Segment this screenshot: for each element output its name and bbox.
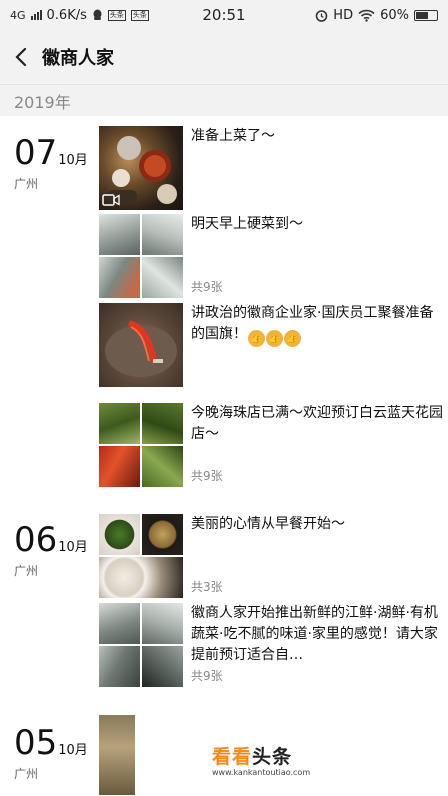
vegetable-photo	[99, 403, 140, 444]
date-month: 10月	[58, 153, 88, 168]
fish-photo	[142, 257, 183, 298]
fish-photo	[99, 257, 140, 298]
post-image-thumbnail[interactable]	[99, 715, 183, 795]
list-item[interactable]: 今晚海珠店已满～欢迎预订白云蓝天花园店～ 共9张	[99, 403, 446, 487]
post-text: 美丽的心情从早餐开始～ 共3张	[191, 514, 446, 598]
post-video-thumbnail[interactable]	[99, 126, 183, 210]
post-image-thumbnail[interactable]	[99, 303, 183, 387]
photo-count: 共9张	[191, 669, 223, 683]
post-image-grid[interactable]	[99, 514, 183, 598]
list-item[interactable]: 准备上菜了～	[99, 126, 446, 210]
photo-count: 共3张	[191, 580, 223, 594]
hd-indicator: HD	[333, 7, 354, 23]
back-button[interactable]	[0, 30, 42, 84]
watermark-logo: 看看头条 www.kankantoutiao.com	[212, 742, 362, 782]
fish-photo	[142, 603, 183, 644]
signal-icon	[30, 10, 42, 20]
vegetable-photo	[142, 403, 183, 444]
list-item[interactable]: 明天早上硬菜到～ 共9张	[99, 214, 446, 298]
watermark-main-b: 头条	[252, 746, 293, 768]
location-label: 广州	[14, 177, 39, 191]
post-image-grid[interactable]	[99, 603, 183, 687]
photo-count: 共9张	[191, 280, 223, 294]
post-text: 今晚海珠店已满～欢迎预订白云蓝天花园店～ 共9张	[191, 403, 446, 487]
list-item[interactable]	[99, 715, 183, 795]
post-caption: 徽商人家开始推出新鲜的江鲜·湖鲜·有机蔬菜·吃不腻的味道·家里的感觉！请大家提前…	[191, 605, 438, 663]
fish-photo	[142, 646, 183, 687]
day-group: 0610月 广州 美丽的心情从早餐开始～ 共3张 徽商人家开始推出新鲜的江鲜·湖…	[0, 502, 448, 711]
post-caption: 今晚海珠店已满～欢迎预订白云蓝天花园店～	[191, 405, 443, 442]
thumbs-up-icon: 👍	[284, 330, 301, 347]
fish-photo	[99, 646, 140, 687]
day-group: 0710月 广州 准备上菜了～ 明天早上硬菜到～ 共9张 讲政治的徽商企业家·国…	[0, 116, 448, 502]
fish-photo	[99, 214, 140, 255]
breakfast-photo	[99, 514, 140, 555]
chevron-left-icon	[15, 48, 27, 66]
post-caption: 明天早上硬菜到～	[191, 216, 303, 232]
watermark-main-a: 看看	[212, 746, 253, 768]
date-block: 0510月 广州	[14, 723, 98, 782]
post-caption: 准备上菜了～	[191, 128, 275, 144]
breakfast-photo	[142, 514, 183, 555]
post-image-grid[interactable]	[99, 214, 183, 298]
location-label: 广州	[14, 564, 39, 578]
date-block: 0610月 广州	[14, 520, 98, 579]
flag-dish-photo	[105, 320, 177, 377]
post-text: 讲政治的徽商企业家·国庆员工聚餐准备的国旗！ 👍 👍 👍	[191, 303, 446, 387]
header-bar: 徽商人家	[0, 30, 448, 84]
date-month: 10月	[58, 743, 88, 758]
clock: 20:51	[202, 6, 246, 24]
status-bar: 4G 0.6K/s 头条 头条 20:51 HD 60%	[0, 0, 448, 30]
list-item[interactable]: 美丽的心情从早餐开始～ 共3张	[99, 514, 446, 598]
post-caption: 讲政治的徽商企业家·国庆员工聚餐准备的国旗！	[191, 305, 434, 342]
watermark-url: www.kankantoutiao.com	[212, 768, 311, 777]
breakfast-photo	[99, 557, 183, 598]
toutiao-badge: 头条	[107, 9, 126, 21]
date-day: 05	[14, 723, 58, 763]
date-day: 06	[14, 520, 58, 560]
post-text: 徽商人家开始推出新鲜的江鲜·湖鲜·有机蔬菜·吃不腻的味道·家里的感觉！请大家提前…	[191, 603, 446, 687]
page-title: 徽商人家	[42, 48, 114, 69]
battery-icon	[414, 9, 438, 21]
thumbs-up-icon: 👍	[266, 330, 283, 347]
date-month: 10月	[58, 540, 88, 555]
photo-count: 共9张	[191, 469, 223, 483]
date-block: 0710月 广州	[14, 133, 98, 192]
post-image-grid[interactable]	[99, 403, 183, 487]
post-text: 准备上菜了～	[191, 126, 446, 210]
alarm-icon	[315, 9, 328, 22]
cucumber-photo	[142, 446, 183, 487]
battery-percent: 60%	[380, 7, 409, 23]
location-label: 广州	[14, 767, 39, 781]
post-text: 明天早上硬菜到～ 共9张	[191, 214, 446, 298]
year-header: 2019年	[0, 84, 448, 116]
toutiao-badge: 头条	[130, 9, 149, 21]
qq-icon	[93, 9, 102, 20]
chili-photo	[99, 446, 140, 487]
thumbs-up-icon: 👍	[248, 330, 265, 347]
wifi-icon	[358, 9, 375, 22]
list-item[interactable]: 徽商人家开始推出新鲜的江鲜·湖鲜·有机蔬菜·吃不腻的味道·家里的感觉！请大家提前…	[99, 603, 446, 687]
list-item[interactable]: 讲政治的徽商企业家·国庆员工聚餐准备的国旗！ 👍 👍 👍	[99, 303, 446, 387]
fish-photo	[99, 603, 140, 644]
post-caption: 美丽的心情从早餐开始～	[191, 516, 345, 532]
video-icon	[102, 194, 120, 206]
network-type: 4G	[10, 8, 26, 22]
network-speed: 0.6K/s	[46, 7, 87, 23]
fish-photo	[142, 214, 183, 255]
date-day: 07	[14, 133, 58, 173]
image-placeholder	[135, 715, 183, 795]
